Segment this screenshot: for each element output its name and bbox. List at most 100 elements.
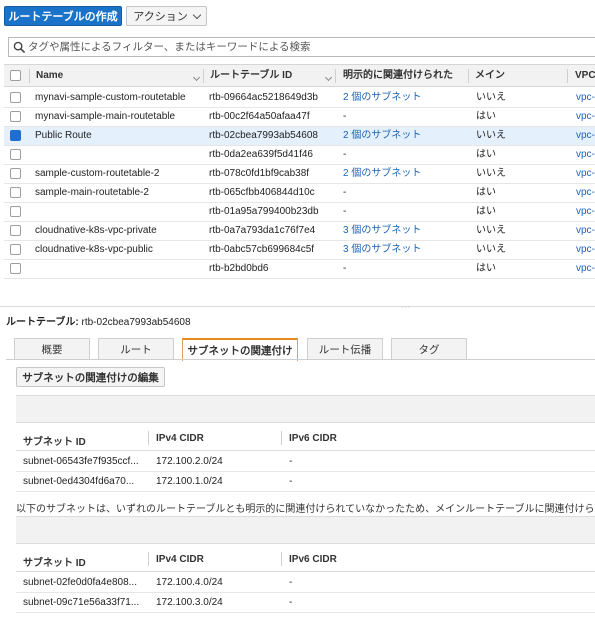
row-vpc-link[interactable]: vpc-: [576, 222, 595, 240]
row-vpc-link[interactable]: vpc-: [576, 241, 595, 259]
row-vpc-link[interactable]: vpc-: [576, 146, 595, 164]
row-name: sample-custom-routetable-2: [35, 168, 160, 179]
create-route-table-button[interactable]: ルートテーブルの作成: [4, 6, 122, 26]
column-header-route-table-id[interactable]: ルートテーブル ID: [210, 65, 292, 86]
table-row[interactable]: rtb-01a95a799400b23db - はい vpc-: [4, 203, 595, 222]
table-row[interactable]: cloudnative-k8s-vpc-private rtb-0a7a793d…: [4, 222, 595, 241]
splitter-grip-icon[interactable]: ···: [401, 304, 411, 311]
row-vpc-link[interactable]: vpc-: [576, 108, 595, 126]
row-vpc-link[interactable]: vpc-: [576, 203, 595, 221]
row-checkbox[interactable]: [10, 168, 21, 179]
row-name: cloudnative-k8s-vpc-public: [35, 244, 153, 255]
subnet-ipv6: -: [289, 577, 293, 588]
subnet-ipv4: 172.100.4.0/24: [156, 577, 223, 588]
row-route-table-id: rtb-01a95a799400b23db: [209, 206, 319, 217]
subnet-row: subnet-0ed4304fd6a70... 172.100.1.0/24 -: [16, 472, 595, 492]
row-explicit: -: [343, 187, 347, 198]
column-divider: [29, 69, 30, 83]
row-vpc-link[interactable]: vpc-: [576, 260, 595, 278]
row-route-table-id: rtb-00c2f64a50afaa47f: [209, 111, 310, 122]
subnet-ipv6: -: [289, 456, 293, 467]
column-header-name[interactable]: Name: [36, 65, 63, 86]
row-vpc-link[interactable]: vpc-: [576, 89, 595, 107]
row-explicit-link[interactable]: 2 個のサブネット: [343, 165, 421, 183]
row-checkbox[interactable]: [10, 149, 21, 160]
table-row[interactable]: sample-custom-routetable-2 rtb-078c0fd1b…: [4, 165, 595, 184]
table-row[interactable]: rtb-b2bd0bd6 - はい vpc-: [4, 260, 595, 279]
implicit-subnet-row: subnet-02fe0d0fa4e808... 172.100.4.0/24 …: [16, 573, 595, 593]
row-vpc-link[interactable]: vpc-: [576, 127, 595, 145]
column-divider: [281, 552, 282, 566]
row-main: いいえ: [476, 130, 506, 141]
row-main: はい: [476, 187, 496, 198]
row-checkbox[interactable]: [10, 92, 21, 103]
row-checkbox[interactable]: [10, 187, 21, 198]
panel-splitter[interactable]: [0, 306, 595, 307]
row-checkbox[interactable]: [10, 111, 21, 122]
row-main: はい: [476, 149, 496, 160]
row-explicit-link[interactable]: 2 個のサブネット: [343, 127, 421, 145]
row-explicit-link[interactable]: 3 個のサブネット: [343, 222, 421, 240]
row-route-table-id: rtb-078c0fd1bf9cab38f: [209, 168, 310, 179]
search-bar[interactable]: [8, 37, 595, 57]
subnet-row: subnet-06543fe7f935ccf... 172.100.2.0/24…: [16, 452, 595, 472]
table-row[interactable]: sample-main-routetable-2 rtb-065cfbb4068…: [4, 184, 595, 203]
table-header: Name ルートテーブル ID 明示的に関連付けられた メイン VPC: [4, 64, 595, 87]
subnet-id-link[interactable]: subnet-06543fe7f935ccf...: [23, 452, 139, 471]
row-checkbox[interactable]: [10, 244, 21, 255]
row-explicit: -: [343, 263, 347, 274]
row-explicit-link[interactable]: 3 個のサブネット: [343, 241, 421, 259]
row-main: はい: [476, 206, 496, 217]
tab-routes[interactable]: ルート: [98, 338, 174, 360]
detail-route-table-id: rtb-02cbea7993ab54608: [81, 317, 191, 328]
subnet-id-link[interactable]: subnet-09c71e56a33f71...: [23, 593, 139, 612]
subnet-id-link[interactable]: subnet-0ed4304fd6a70...: [23, 472, 134, 491]
column-divider: [335, 69, 336, 83]
select-all-checkbox[interactable]: [10, 70, 21, 81]
table-row[interactable]: rtb-0da2ea639f5d41f46 - はい vpc-: [4, 146, 595, 165]
row-vpc-link[interactable]: vpc-: [576, 184, 595, 202]
row-route-table-id: rtb-09664ac5218649d3b: [209, 92, 318, 103]
detail-title: ルートテーブル: rtb-02cbea7993ab54608: [6, 313, 191, 328]
column-divider: [203, 69, 204, 83]
row-explicit-link[interactable]: 2 個のサブネット: [343, 89, 421, 107]
row-vpc-link[interactable]: vpc-: [576, 165, 595, 183]
tab-route-propagation[interactable]: ルート伝播: [307, 338, 383, 360]
row-checkbox-checked[interactable]: [10, 130, 21, 141]
row-main: はい: [476, 111, 496, 122]
tab-tags[interactable]: タグ: [391, 338, 467, 360]
table-row[interactable]: cloudnative-k8s-vpc-public rtb-0abc57cb6…: [4, 241, 595, 260]
row-route-table-id: rtb-0abc57cb699684c5f: [209, 244, 315, 255]
subnet-id-link[interactable]: subnet-02fe0d0fa4e808...: [23, 573, 137, 592]
subnet-ipv6: -: [289, 597, 293, 608]
row-route-table-id: rtb-065cfbb406844d10c: [209, 187, 315, 198]
row-checkbox[interactable]: [10, 206, 21, 217]
column-header-explicit[interactable]: 明示的に関連付けられた: [343, 65, 453, 86]
column-header-vpc[interactable]: VPC: [575, 65, 595, 86]
column-divider: [468, 69, 469, 83]
sort-icon[interactable]: [324, 73, 333, 82]
subnet-table-header: サブネット ID IPv4 CIDR IPv6 CIDR: [16, 424, 595, 451]
edit-subnet-associations-button[interactable]: サブネットの関連付けの編集: [16, 367, 165, 387]
search-input[interactable]: [26, 41, 588, 53]
actions-dropdown[interactable]: アクション: [126, 6, 207, 26]
row-route-table-id: rtb-0da2ea639f5d41f46: [209, 149, 313, 160]
implicit-subnet-table-toolbar: [16, 516, 595, 544]
row-route-table-id: rtb-0a7a793da1c76f7e4: [209, 225, 316, 236]
row-main: いいえ: [476, 225, 506, 236]
row-checkbox[interactable]: [10, 263, 21, 274]
column-divider: [281, 431, 282, 445]
table-row-selected[interactable]: Public Route rtb-02cbea7993ab54608 2 個のサ…: [4, 127, 595, 146]
sort-icon[interactable]: [192, 73, 201, 82]
row-main: いいえ: [476, 92, 506, 103]
column-header-main[interactable]: メイン: [475, 65, 505, 86]
table-row[interactable]: mynavi-sample-custom-routetable rtb-0966…: [4, 89, 595, 108]
subnet-ipv4: 172.100.1.0/24: [156, 476, 223, 487]
table-row[interactable]: mynavi-sample-main-routetable rtb-00c2f6…: [4, 108, 595, 127]
column-divider: [148, 431, 149, 445]
column-divider: [567, 69, 568, 83]
tab-subnet-associations[interactable]: サブネットの関連付け: [182, 338, 298, 361]
tab-overview[interactable]: 概要: [14, 338, 90, 360]
row-checkbox[interactable]: [10, 225, 21, 236]
subnet-ipv4: 172.100.2.0/24: [156, 456, 223, 467]
